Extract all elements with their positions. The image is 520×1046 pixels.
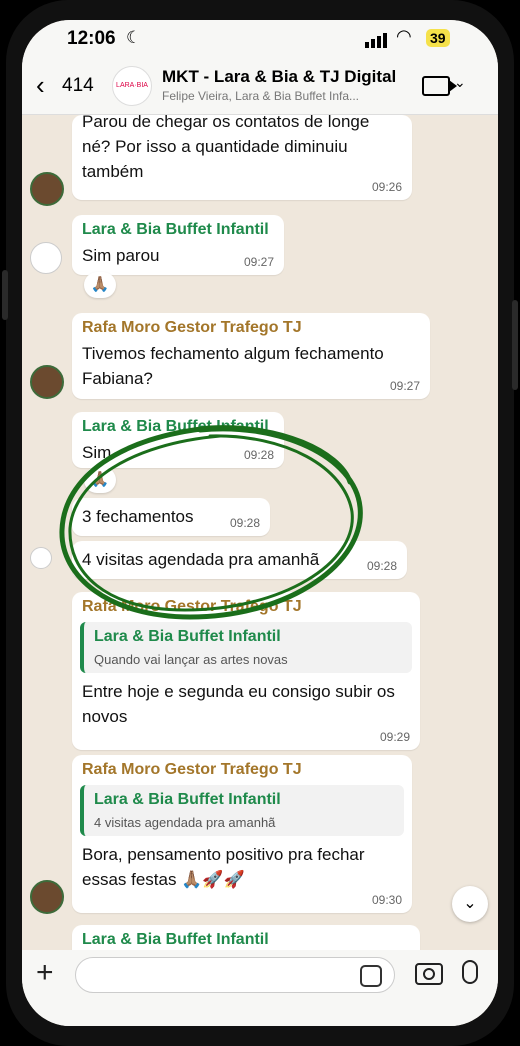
message-text: Parou de chegar os contatos de longe né?… <box>82 112 370 181</box>
message-sender: Rafa Moro Gestor Trafego TJ <box>82 598 302 615</box>
message-list[interactable]: Parou de chegar os contatos de longe né?… <box>22 112 498 965</box>
chat-header: ‹ 414 LARA·BIA MKT - Lara & Bia & TJ Dig… <box>22 58 498 115</box>
message-sender: Rafa Moro Gestor Trafego TJ <box>82 319 302 336</box>
message-time: 09:29 <box>379 730 410 744</box>
status-bar: 12:06 ☾ ◠ 39 <box>22 20 498 58</box>
quoted-text: Quando vai lançar as artes novas <box>94 652 288 667</box>
message-time: 09:27 <box>243 255 274 269</box>
mic-icon[interactable] <box>462 960 478 984</box>
quoted-sender: Lara & Bia Buffet Infantil <box>94 628 281 645</box>
message-text: Entre hoje e segunda eu consigo subir os… <box>82 682 395 726</box>
message-bubble[interactable]: Rafa Moro Gestor Trafego TJ Tivemos fech… <box>72 313 430 399</box>
chevron-down-icon[interactable]: ⌄ <box>454 74 466 91</box>
avatar[interactable] <box>30 172 64 206</box>
message-bubble[interactable]: Parou de chegar os contatos de longe né?… <box>72 112 412 200</box>
volume-button <box>2 270 8 320</box>
message-time: 09:28 <box>229 516 260 530</box>
quoted-text: 4 visitas agendada pra amanhã <box>94 815 276 830</box>
message-time: 09:30 <box>371 893 402 907</box>
message-bubble[interactable]: Rafa Moro Gestor Trafego TJ Lara & Bia B… <box>72 755 412 913</box>
signal-icon <box>365 30 389 48</box>
wifi-icon: ◠ <box>396 26 412 46</box>
chat-participants[interactable]: Felipe Vieira, Lara & Bia Buffet Infa... <box>162 89 359 103</box>
message-time: 09:27 <box>389 379 420 393</box>
message-bubble[interactable]: Rafa Moro Gestor Trafego TJ Lara & Bia B… <box>72 592 420 750</box>
message-input[interactable] <box>75 957 395 993</box>
composer-bar: + <box>22 950 498 1026</box>
screen: 12:06 ☾ ◠ 39 ‹ 414 LARA·BIA MKT - Lara &… <box>22 20 498 1026</box>
moon-icon: ☾ <box>126 28 142 47</box>
message-time: 09:28 <box>243 448 274 462</box>
battery-badge: 39 <box>426 29 450 47</box>
avatar[interactable] <box>30 880 64 914</box>
message-sender: Lara & Bia Buffet Infantil <box>82 418 269 435</box>
unread-count[interactable]: 414 <box>62 75 94 97</box>
status-time: 12:06 <box>67 28 116 49</box>
avatar[interactable] <box>30 242 62 274</box>
message-sender: Lara & Bia Buffet Infantil <box>82 931 269 948</box>
back-chevron-icon[interactable]: ‹ <box>36 70 45 101</box>
sticker-icon[interactable] <box>360 965 382 987</box>
reaction-badge[interactable]: 🙏🏽 <box>84 467 116 493</box>
reaction-badge[interactable]: 🙏🏽 <box>84 272 116 298</box>
message-bubble[interactable]: 3 fechamentos 09:28 <box>72 498 270 536</box>
chat-title[interactable]: MKT - Lara & Bia & TJ Digital <box>162 67 396 87</box>
message-sender: Rafa Moro Gestor Trafego TJ <box>82 761 302 778</box>
message-text: 4 visitas agendada pra amanhã <box>82 550 320 569</box>
message-text: Tivemos fechamento algum fechamento Fabi… <box>82 344 384 388</box>
message-bubble[interactable]: Lara & Bia Buffet Infantil Sim parou 09:… <box>72 215 284 275</box>
message-bubble[interactable]: Lara & Bia Buffet Infantil Sim 09:28 <box>72 412 284 468</box>
scroll-down-icon[interactable]: ⌄ <box>452 886 488 922</box>
message-time: 09:28 <box>366 559 397 573</box>
plus-icon[interactable]: + <box>36 956 54 990</box>
avatar[interactable] <box>30 365 64 399</box>
group-avatar[interactable]: LARA·BIA <box>112 66 152 106</box>
video-call-icon[interactable] <box>422 76 457 96</box>
message-time: 09:26 <box>371 180 402 194</box>
quoted-sender: Lara & Bia Buffet Infantil <box>94 791 281 808</box>
avatar[interactable] <box>30 547 52 569</box>
message-text: Bora, pensamento positivo pra fechar ess… <box>82 845 365 889</box>
power-button <box>512 300 518 390</box>
quoted-message[interactable]: Lara & Bia Buffet Infantil 4 visitas age… <box>80 785 404 836</box>
message-bubble[interactable]: 4 visitas agendada pra amanhã 09:28 <box>72 541 407 579</box>
quoted-message[interactable]: Lara & Bia Buffet Infantil Quando vai la… <box>80 622 412 673</box>
message-sender: Lara & Bia Buffet Infantil <box>82 221 269 238</box>
camera-icon[interactable] <box>415 963 443 985</box>
